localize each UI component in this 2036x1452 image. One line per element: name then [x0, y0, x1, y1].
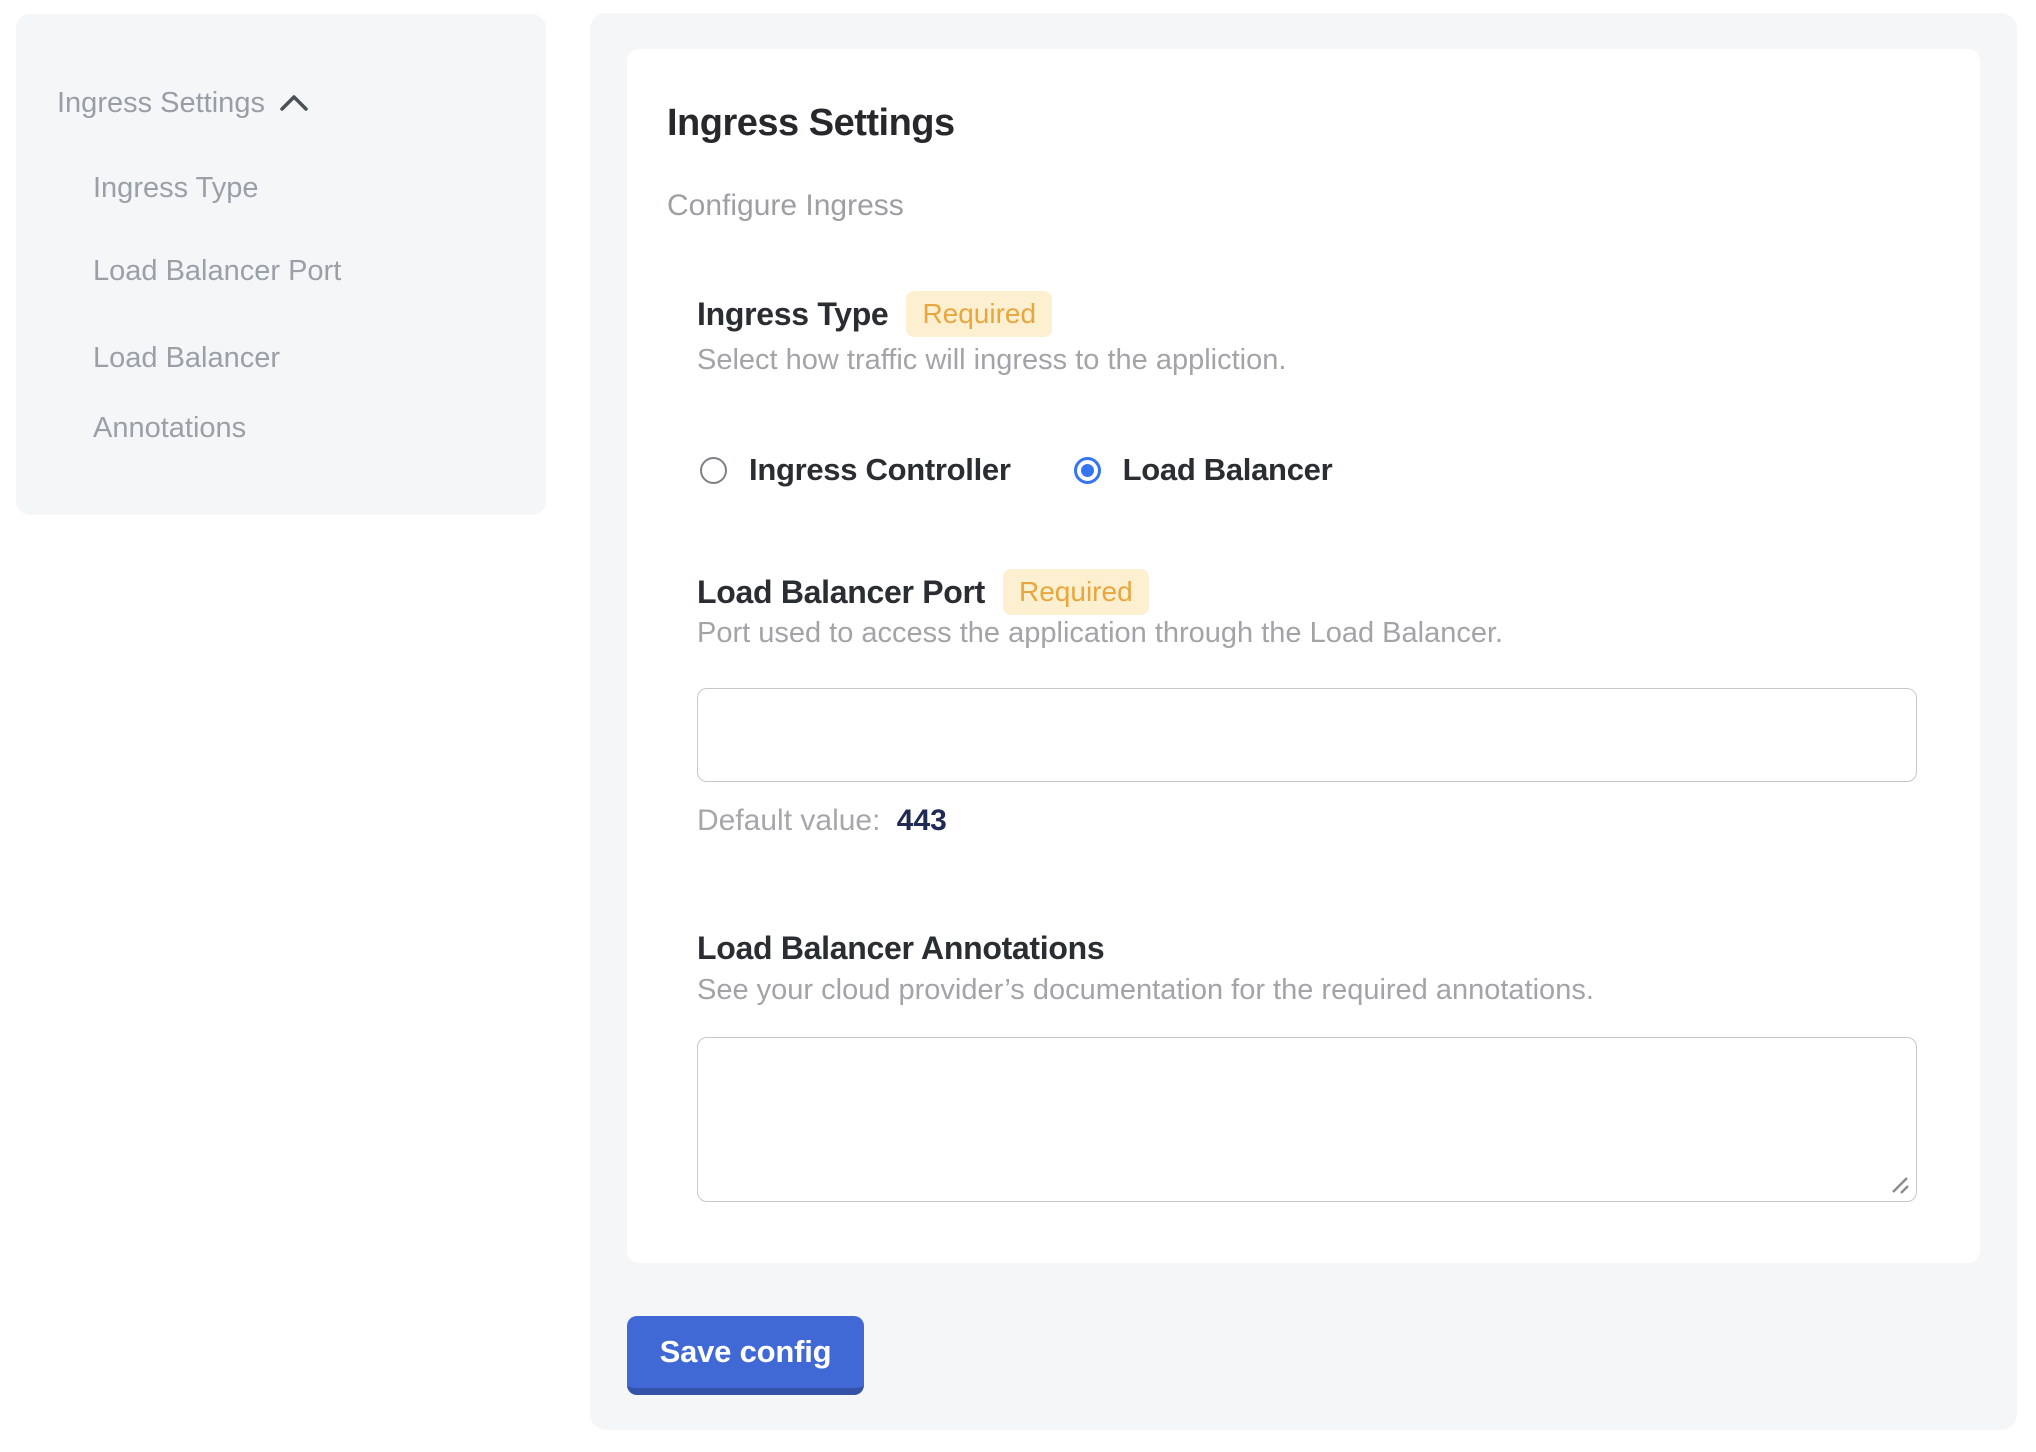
ingress-type-radio-group: Ingress Controller Load Balancer	[700, 453, 1332, 487]
load-balancer-port-input[interactable]	[697, 688, 1917, 782]
default-value-number: 443	[897, 804, 947, 837]
sidebar-item-ingress-settings[interactable]: Ingress Settings	[57, 81, 309, 124]
load-balancer-annotations-textarea[interactable]	[697, 1037, 1917, 1202]
main-panel: Ingress Settings Configure Ingress Ingre…	[590, 13, 2017, 1430]
default-value-row: Default value: 443	[697, 803, 947, 839]
sidebar-parent-label: Ingress Settings	[57, 83, 265, 123]
radio-selected-icon[interactable]	[1074, 457, 1101, 484]
load-balancer-annotations-description: See your cloud provider’s documentation …	[697, 972, 1594, 1008]
load-balancer-annotations-label: Load Balancer Annotations	[697, 926, 1104, 970]
radio-dot	[1081, 464, 1094, 477]
load-balancer-port-label-row: Load Balancer Port Required	[697, 569, 1149, 615]
annotations-textarea-wrap	[697, 1037, 1917, 1202]
ingress-type-label-row: Ingress Type Required	[697, 291, 1052, 337]
load-balancer-annotations-label-row: Load Balancer Annotations	[697, 926, 1104, 970]
required-badge: Required	[906, 291, 1052, 337]
sidebar-item-load-balancer-port[interactable]: Load Balancer Port	[93, 236, 341, 306]
load-balancer-port-label: Load Balancer Port	[697, 570, 985, 614]
chevron-up-icon[interactable]	[279, 84, 309, 124]
radio-option-ingress-controller[interactable]: Ingress Controller	[700, 452, 1011, 488]
settings-sidebar: Ingress Settings Ingress Type Load Balan…	[16, 14, 546, 515]
save-config-button[interactable]: Save config	[627, 1316, 864, 1395]
radio-label-load-balancer: Load Balancer	[1123, 452, 1333, 488]
ingress-type-label: Ingress Type	[697, 292, 888, 336]
sidebar-item-ingress-type[interactable]: Ingress Type	[93, 153, 259, 223]
radio-label-ingress-controller: Ingress Controller	[749, 452, 1011, 488]
default-value-label: Default value:	[697, 804, 880, 837]
required-badge: Required	[1003, 569, 1149, 615]
ingress-settings-card: Ingress Settings Configure Ingress Ingre…	[627, 49, 1980, 1263]
load-balancer-port-description: Port used to access the application thro…	[697, 615, 1503, 651]
sidebar-item-load-balancer-annotations[interactable]: Load Balancer Annotations	[93, 323, 393, 463]
page-title: Ingress Settings	[667, 99, 955, 147]
radio-unselected-icon[interactable]	[700, 457, 727, 484]
radio-option-load-balancer[interactable]: Load Balancer	[1074, 452, 1333, 488]
page-subtitle: Configure Ingress	[667, 187, 904, 225]
ingress-type-description: Select how traffic will ingress to the a…	[697, 342, 1286, 378]
